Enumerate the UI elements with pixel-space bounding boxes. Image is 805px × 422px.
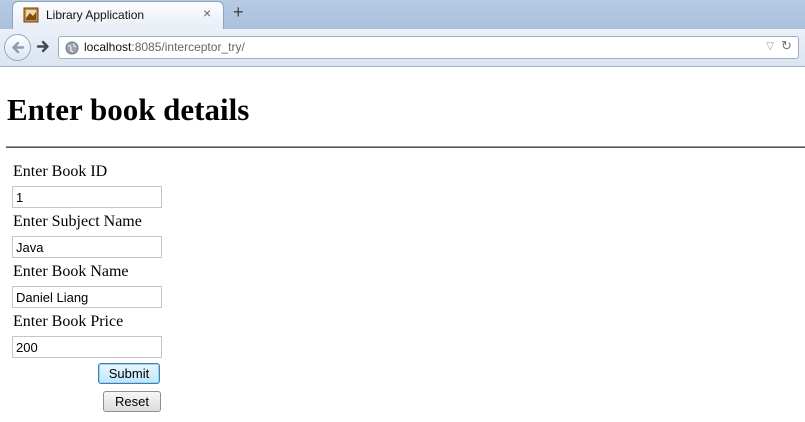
book-id-input[interactable]: [12, 186, 162, 208]
book-price-input[interactable]: [12, 336, 162, 358]
navigation-toolbar: localhost:8085/interceptor_try/ ▽ ↻: [0, 29, 805, 67]
address-bar[interactable]: localhost:8085/interceptor_try/ ▽ ↻: [58, 36, 799, 59]
book-id-label: Enter Book ID: [13, 163, 108, 180]
reload-icon[interactable]: ↻: [781, 39, 792, 54]
forward-button[interactable]: [33, 36, 55, 58]
heading-divider: [6, 146, 805, 148]
globe-icon: [65, 41, 79, 55]
tab-strip: Library Application × +: [0, 0, 805, 29]
new-tab-icon[interactable]: +: [233, 2, 244, 23]
book-name-label: Enter Book Name: [13, 263, 129, 280]
page-title: Enter book details: [7, 92, 250, 127]
tab-title: Library Application: [46, 8, 145, 22]
url-path: :8085/interceptor_try/: [131, 40, 245, 54]
url-text: localhost:8085/interceptor_try/: [84, 40, 245, 54]
chevron-down-icon[interactable]: ▽: [766, 41, 774, 52]
reset-button[interactable]: Reset: [103, 391, 161, 412]
book-name-input[interactable]: [12, 286, 162, 308]
browser-tab[interactable]: Library Application ×: [12, 1, 224, 29]
subject-name-input[interactable]: [12, 236, 162, 258]
back-button[interactable]: [4, 34, 31, 61]
submit-button[interactable]: Submit: [98, 363, 160, 384]
url-host: localhost: [84, 40, 132, 54]
book-price-label: Enter Book Price: [13, 313, 124, 330]
close-tab-icon[interactable]: ×: [203, 5, 211, 21]
library-favicon-icon: [23, 7, 39, 23]
subject-name-label: Enter Subject Name: [13, 213, 142, 230]
